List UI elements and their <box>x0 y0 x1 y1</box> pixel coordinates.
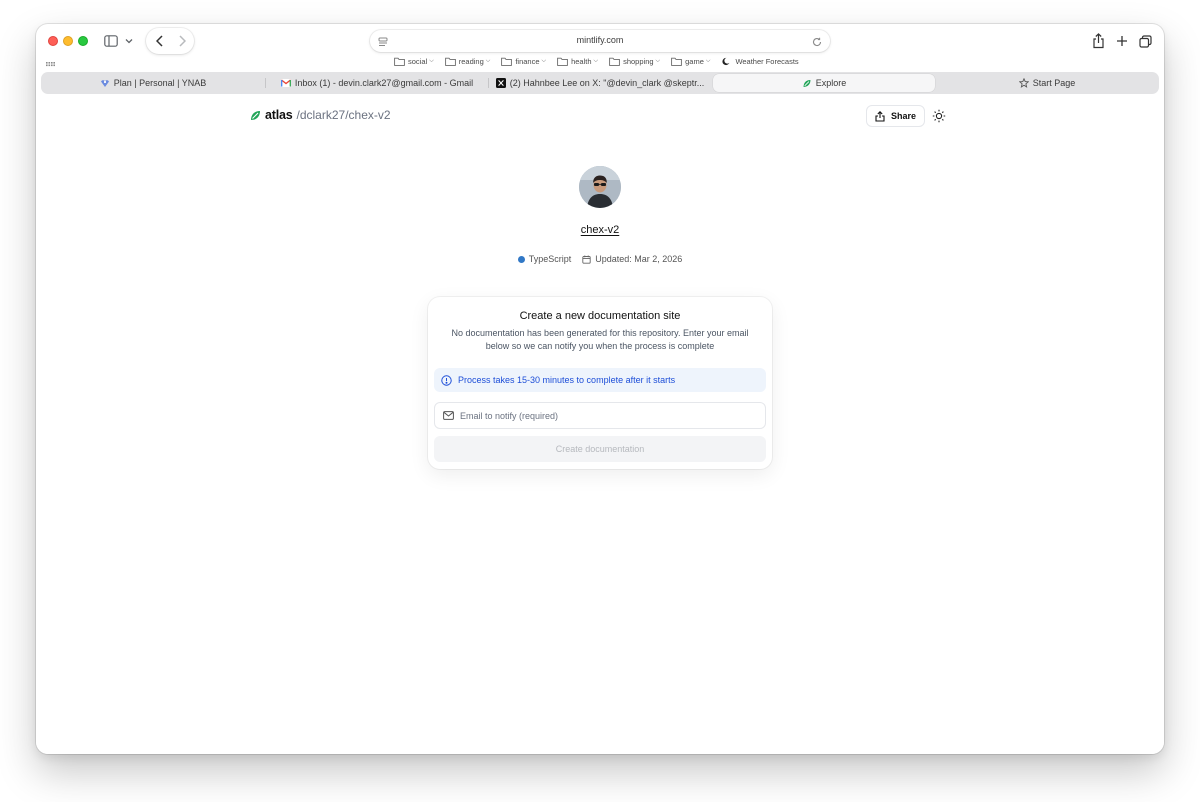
tab-overview-icon[interactable] <box>1137 32 1153 50</box>
share-icon[interactable] <box>1090 32 1106 50</box>
tab-label: Explore <box>815 78 847 88</box>
sun-icon[interactable] <box>932 109 946 123</box>
bookmark-folder-finance[interactable]: finance ⌵ <box>501 57 546 66</box>
tab-label: Inbox (1) - devin.clark27@gmail.com - Gm… <box>294 78 474 88</box>
bookmark-folder-game[interactable]: game ⌵ <box>671 57 710 66</box>
upload-icon <box>875 110 885 122</box>
updated-label: Updated: Mar 2, 2026 <box>595 254 683 264</box>
language-indicator: TypeScript <box>517 254 572 264</box>
weather-icon <box>722 57 731 66</box>
gmail-icon <box>280 78 291 88</box>
folder-icon <box>609 57 620 66</box>
x-icon <box>495 78 506 88</box>
mail-icon <box>443 411 454 420</box>
card-description: No documentation has been generated for … <box>451 328 749 351</box>
forward-button[interactable] <box>175 33 189 49</box>
process-info-text: Process takes 15-30 minutes to complete … <box>458 375 676 385</box>
info-icon <box>441 374 452 386</box>
page-content: atlas /dclark27/chex-v2 Share chex-v2 Ty… <box>36 94 1164 754</box>
sidebar-toggle-icon[interactable] <box>102 33 120 49</box>
language-dot-icon <box>517 255 525 263</box>
address-bar[interactable]: mintlify.com <box>370 30 830 52</box>
zoom-window-button[interactable] <box>78 36 88 46</box>
language-label: TypeScript <box>528 254 572 264</box>
tab-explore[interactable]: Explore <box>713 74 935 92</box>
email-field[interactable] <box>460 410 750 421</box>
bookmark-folder-health[interactable]: health ⌵ <box>557 57 598 66</box>
address-url: mintlify.com <box>576 35 624 45</box>
repo-meta: TypeScript Updated: Mar 2, 2026 <box>36 254 1164 264</box>
atlas-logo-icon[interactable] <box>249 109 262 122</box>
repo-path: /dclark27/chex-v2 <box>296 108 391 122</box>
bookmark-folder-reading[interactable]: reading ⌵ <box>444 57 490 66</box>
back-button[interactable] <box>152 33 166 49</box>
tab-gmail[interactable]: Inbox (1) - devin.clark27@gmail.com - Gm… <box>266 74 488 92</box>
folder-icon <box>394 57 405 66</box>
tab-x[interactable]: (2) Hahnbee Lee on X: "@devin_clark @ske… <box>489 74 711 92</box>
tab-ynab[interactable]: Plan | Personal | YNAB <box>41 74 265 92</box>
bookmarks-bar: social ⌵ reading ⌵ finance ⌵ health ⌵ shoppi… <box>36 56 1164 70</box>
folder-icon <box>671 57 682 66</box>
reload-icon[interactable] <box>811 35 823 47</box>
folder-icon <box>501 57 513 66</box>
avatar <box>579 166 621 208</box>
calendar-icon <box>582 255 591 264</box>
process-info-banner: Process takes 15-30 minutes to complete … <box>434 368 766 392</box>
updated-indicator: Updated: Mar 2, 2026 <box>582 254 682 264</box>
bookmark-folder-shopping[interactable]: shopping ⌵ <box>609 57 660 66</box>
tab-label: Start Page <box>1032 78 1076 88</box>
card-title: Create a new documentation site <box>519 310 681 322</box>
ynab-icon <box>100 78 110 88</box>
tab-label: Plan | Personal | YNAB <box>113 78 207 88</box>
site-header: atlas /dclark27/chex-v2 <box>249 108 391 122</box>
tab-bar: Plan | Personal | YNAB Inbox (1) - devin… <box>41 72 1159 94</box>
grid-icon[interactable] <box>46 58 55 67</box>
share-label: Share <box>890 111 916 121</box>
folder-icon <box>557 57 568 66</box>
chevron-down-icon[interactable] <box>123 34 135 48</box>
tab-label: (2) Hahnbee Lee on X: "@devin_clark @ske… <box>509 78 705 88</box>
tab-start-page[interactable]: Start Page <box>936 74 1158 92</box>
bookmark-folder-social[interactable]: social ⌵ <box>394 57 434 66</box>
star-icon <box>1018 78 1029 88</box>
create-docs-card: Create a new documentation site No docum… <box>428 297 772 469</box>
brand-name[interactable]: atlas <box>265 108 293 122</box>
bookmark-weather-forecasts[interactable]: Weather Forecasts <box>721 57 799 66</box>
email-field-wrapper <box>434 402 766 429</box>
atlas-icon <box>802 78 812 88</box>
repo-name-link[interactable]: chex-v2 <box>36 224 1164 236</box>
create-documentation-button[interactable]: Create documentation <box>434 436 766 462</box>
share-button[interactable]: Share <box>866 105 925 127</box>
new-tab-icon[interactable] <box>1114 32 1130 50</box>
minimize-window-button[interactable] <box>63 36 73 46</box>
folder-icon <box>444 57 456 66</box>
browser-window: mintlify.com social ⌵ reading ⌵ finance … <box>36 24 1164 754</box>
close-window-button[interactable] <box>48 36 58 46</box>
